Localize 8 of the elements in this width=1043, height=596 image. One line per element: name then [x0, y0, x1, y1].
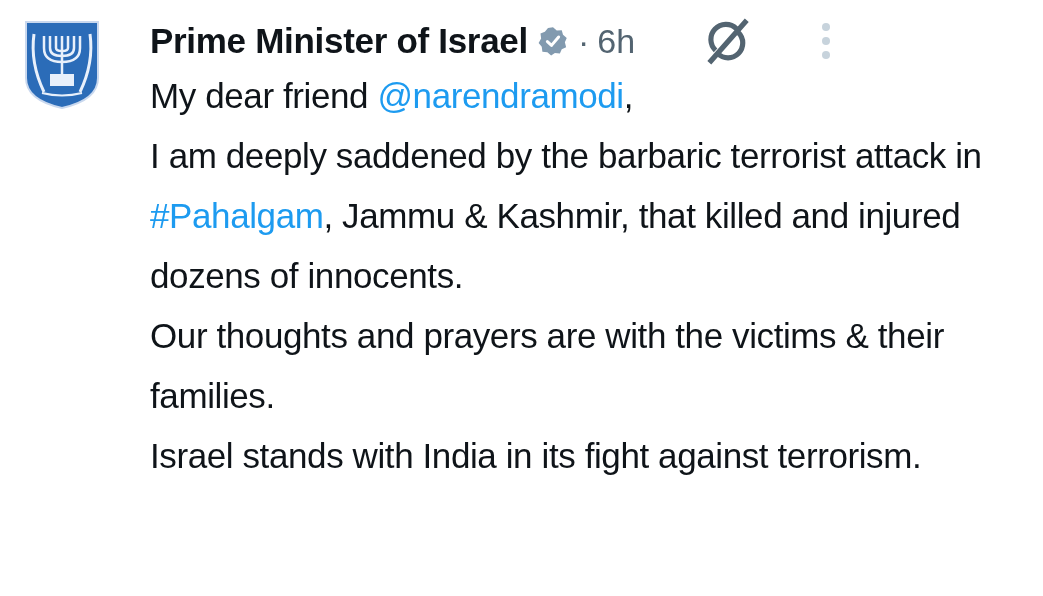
post-paragraph: Our thoughts and prayers are with the victims & their families. [150, 315, 945, 417]
emblem-avatar[interactable] [22, 18, 102, 110]
author-name[interactable]: Prime Minister of Israel [150, 21, 528, 61]
separator-dot: · [577, 21, 590, 61]
post-paragraph: I am deeply saddened by the barbaric terrorist attack in #Pahalgam, Jammu & Kashmir, that killed and injured dozens of innocents. [150, 135, 983, 297]
post-time[interactable]: 6h [597, 21, 636, 61]
post-paragraph: My dear friend @narendramodi, [150, 75, 635, 117]
post-paragraph: Israel stands with India in its fight against terrorism. [150, 435, 923, 477]
